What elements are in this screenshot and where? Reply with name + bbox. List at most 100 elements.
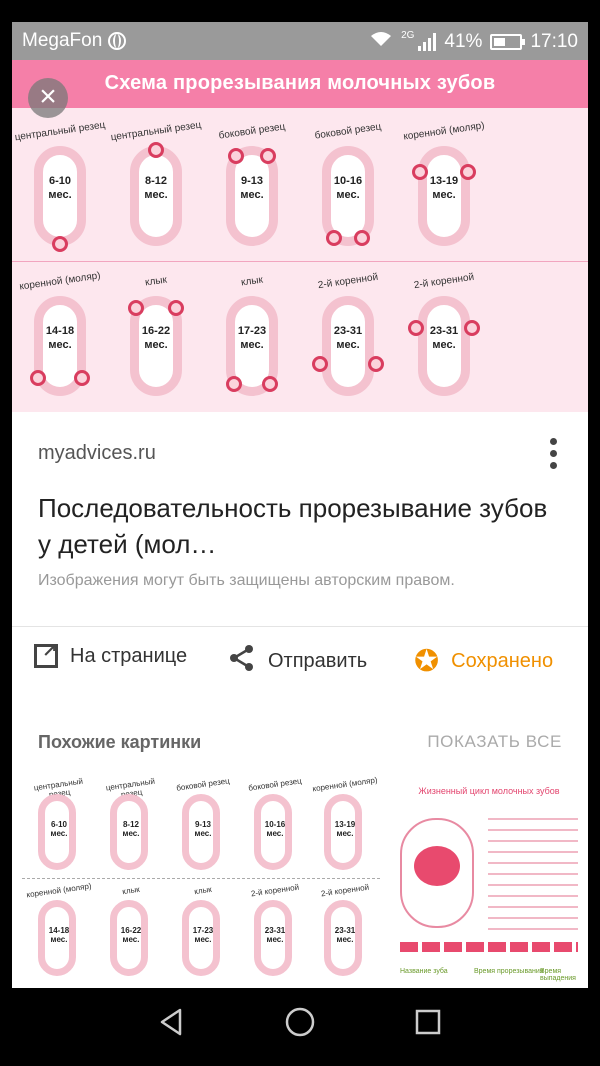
- saved-label: Сохранено: [451, 650, 554, 672]
- thumb-age: 17-23 мес.: [168, 926, 238, 944]
- thumb-cell: центральный резец8-12мес.: [96, 777, 166, 875]
- similar-thumbnail[interactable]: центральный резец6-10мес. центральный ре…: [22, 775, 380, 988]
- similar-heading: Похожие картинки: [38, 732, 202, 752]
- thumb2-table-lines: [488, 818, 578, 939]
- teeth-cell: 2-й коренной 23-31 мес.: [396, 262, 492, 410]
- highlighted-tooth: [52, 236, 68, 252]
- months-range: 17-23: [237, 325, 267, 337]
- thumb2-col2: Время прорезывания: [474, 968, 544, 975]
- months-unit: мес.: [144, 339, 168, 351]
- similar-thumbnail[interactable]: Жизненный цикл молочных зубов Название з…: [390, 778, 588, 988]
- back-button[interactable]: [152, 1002, 192, 1042]
- tooth-label: 2-й коренной: [317, 271, 379, 292]
- open-external-icon: [34, 641, 58, 668]
- thumb-unit: мес.: [266, 829, 284, 838]
- thumb-age: 10-16 мес.: [240, 820, 310, 838]
- thumb2-title: Жизненный цикл молочных зубов: [418, 786, 560, 796]
- thumb-unit: мес.: [122, 829, 140, 838]
- thumb2-col1: Название зуба: [400, 968, 448, 975]
- tooth-label: боковой резец: [217, 121, 287, 142]
- home-circle-icon: [285, 1007, 315, 1037]
- thumb-months: 14-18: [48, 926, 70, 935]
- close-icon: ×: [39, 80, 57, 113]
- highlighted-tooth: [228, 148, 244, 164]
- thumb-unit: мес.: [336, 935, 354, 944]
- thumb-unit: мес.: [50, 829, 68, 838]
- teeth-cell: боковой резец 10-16 мес.: [300, 112, 396, 260]
- close-button[interactable]: ×: [28, 78, 68, 118]
- thumb-unit: мес.: [194, 935, 212, 944]
- open-page-button[interactable]: На странице: [34, 641, 187, 668]
- highlighted-tooth: [226, 376, 242, 392]
- recent-apps-button[interactable]: [408, 1002, 448, 1042]
- thumb-unit: мес.: [266, 935, 284, 944]
- eruption-age: 16-22 мес.: [108, 324, 204, 352]
- thumb-cell: 2-й коренной 23-31 мес.: [240, 883, 310, 981]
- thumb-cell: коренной (моляр) 14-18 мес.: [24, 881, 94, 981]
- thumb-months: 23-31: [334, 926, 356, 935]
- home-button[interactable]: [280, 1002, 320, 1042]
- teeth-cell: клык 16-22 мес.: [108, 262, 204, 410]
- back-triangle-icon: [160, 1008, 182, 1036]
- thumb-cell: боковой резец 9-13 мес.: [168, 776, 238, 875]
- months-unit: мес.: [240, 189, 264, 201]
- teeth-cell: коренной (моляр) 13-19 мес.: [396, 112, 492, 260]
- share-icon: [228, 644, 256, 678]
- thumb-age: 23-31 мес.: [240, 926, 310, 944]
- highlighted-tooth: [148, 142, 164, 158]
- eruption-age: 6-10 мес.: [12, 174, 108, 202]
- star-icon: ✪: [414, 645, 440, 678]
- source-domain[interactable]: myadvices.ru: [38, 442, 156, 465]
- thumb-months: 17-23: [192, 926, 214, 935]
- highlighted-tooth: [312, 356, 328, 372]
- thumb-cell: 2-й коренной 23-31 мес.: [310, 883, 380, 981]
- thumb-cell: центральный резец6-10мес.: [24, 777, 94, 875]
- image-preview[interactable]: × Схема прорезывания молочных зубов цент…: [12, 60, 588, 412]
- months-unit: мес.: [48, 189, 72, 201]
- eruption-age: 9-13 мес.: [204, 174, 300, 202]
- thumb-age: 13-19 мес.: [310, 820, 380, 838]
- teeth-cell: клык 17-23 мес.: [204, 262, 300, 410]
- show-all-button[interactable]: ПОКАЗАТЬ ВСЕ: [427, 732, 562, 752]
- tongue-shape: [414, 846, 460, 886]
- saved-button[interactable]: ✪ Сохранено: [414, 644, 553, 679]
- thumb-unit: мес.: [336, 829, 354, 838]
- thumb2-col3: Время выпадения: [540, 968, 576, 982]
- thumb-label: коренной (моляр): [311, 775, 379, 794]
- clock: 17:10: [530, 30, 578, 52]
- tooth-label: 2-й коренной: [413, 271, 475, 292]
- thumb-months: 23-31: [264, 926, 286, 935]
- highlighted-tooth: [260, 148, 276, 164]
- wifi-icon: [369, 30, 393, 53]
- eruption-age: 17-23 мес.: [204, 324, 300, 352]
- teeth-row-upper: центральный резец 6-10 мес. центральный …: [12, 112, 588, 260]
- thumb-months: 10-16: [264, 820, 286, 829]
- teeth-cell: 2-й коренной 23-31 мес.: [300, 262, 396, 410]
- eruption-age: 23-31 мес.: [300, 324, 396, 352]
- highlighted-tooth: [368, 356, 384, 372]
- share-button[interactable]: Отправить: [228, 644, 367, 678]
- tooth-label: коренной (моляр): [402, 120, 486, 143]
- months-range: 16-22: [141, 325, 171, 337]
- highlighted-tooth: [128, 300, 144, 316]
- teeth-strip: [400, 942, 578, 952]
- months-range: 10-16: [333, 175, 363, 187]
- navigation-bar: [0, 988, 600, 1066]
- result-title[interactable]: Последовательность прорезывание зубов у …: [38, 490, 558, 562]
- thumb-unit: мес.: [194, 829, 212, 838]
- thumb-months: 9-13: [194, 820, 211, 829]
- months-range: 8-12: [144, 175, 168, 187]
- months-range: 23-31: [333, 325, 363, 337]
- teeth-row-lower: коренной (моляр) 14-18 мес. клык 16-22 м…: [12, 261, 588, 410]
- thumb-unit: мес.: [50, 935, 68, 944]
- eruption-age: 14-18 мес.: [12, 324, 108, 352]
- thumb-label: 2-й коренной: [320, 882, 370, 899]
- highlighted-tooth: [354, 230, 370, 246]
- teeth-cell: центральный резец 8-12 мес.: [108, 112, 204, 260]
- eruption-age: 13-19 мес.: [396, 174, 492, 202]
- thumb-label: клык: [193, 884, 213, 897]
- teeth-cell: коренной (моляр) 14-18 мес.: [12, 262, 108, 410]
- tooth-label: коренной (моляр): [18, 270, 102, 293]
- eruption-age: 10-16 мес.: [300, 174, 396, 202]
- more-options-icon[interactable]: [548, 438, 558, 472]
